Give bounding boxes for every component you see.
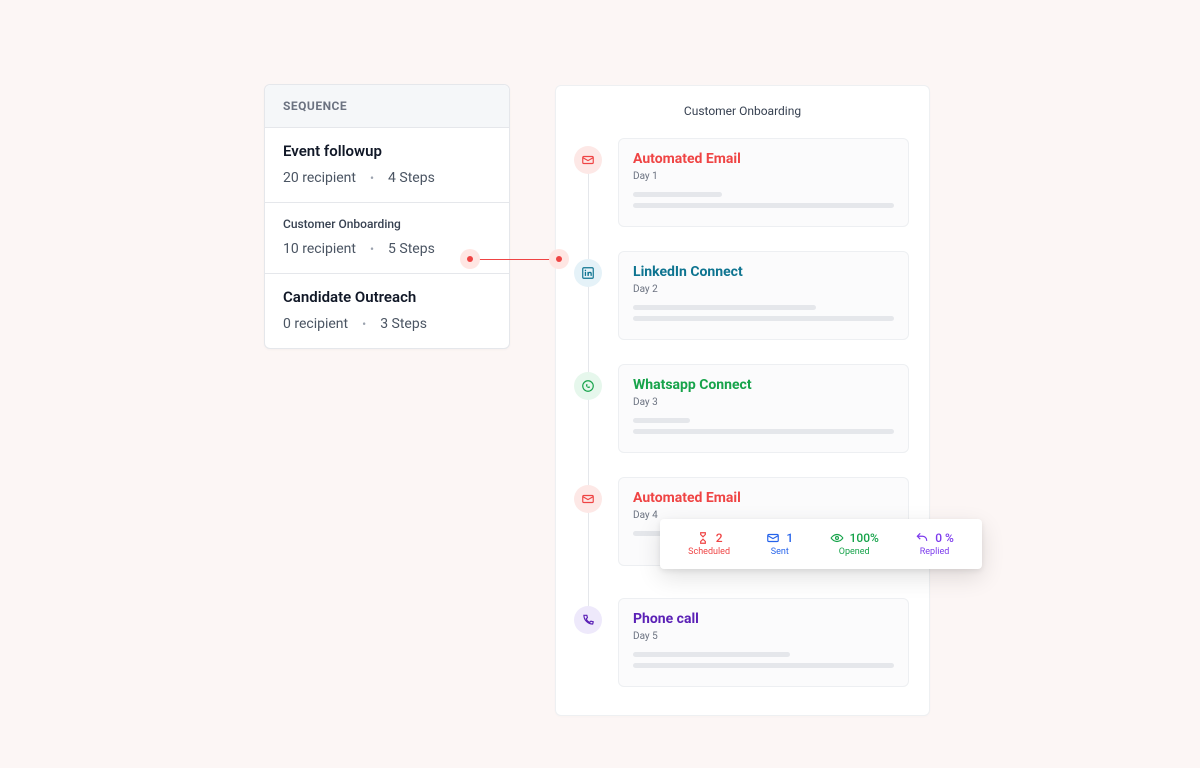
- connector-inner-dot: [467, 256, 473, 262]
- timeline-step[interactable]: Phone call Day 5: [556, 598, 929, 687]
- stat-value: 100%: [850, 531, 879, 545]
- email-icon: [574, 485, 602, 513]
- placeholder-bar: [633, 203, 894, 208]
- connector-end-dot: [549, 249, 569, 269]
- sequence-meta: 20 recipient • 4 Steps: [283, 170, 491, 186]
- connector-inner-dot: [556, 256, 562, 262]
- dot-separator: •: [362, 317, 366, 331]
- linkedin-icon: [574, 259, 602, 287]
- placeholder-bar: [633, 192, 722, 197]
- phone-icon: [574, 606, 602, 634]
- steps-count: 5 Steps: [388, 241, 435, 257]
- hourglass-icon: [696, 531, 710, 545]
- sequence-title: Event followup: [283, 142, 491, 160]
- email-icon: [574, 146, 602, 174]
- sequence-title: Customer Onboarding: [283, 217, 491, 231]
- steps-count: 3 Steps: [380, 316, 427, 332]
- recipient-count: 20 recipient: [283, 170, 356, 186]
- eye-icon: [830, 531, 844, 545]
- sequence-card: SEQUENCE Event followup 20 recipient • 4…: [264, 84, 510, 349]
- timeline-step[interactable]: Whatsapp Connect Day 3: [556, 364, 929, 477]
- sequence-header: SEQUENCE: [265, 85, 509, 128]
- steps-count: 4 Steps: [388, 170, 435, 186]
- placeholder-bar: [633, 663, 894, 668]
- stat-value: 2: [716, 531, 723, 545]
- sequence-item[interactable]: Event followup 20 recipient • 4 Steps: [265, 128, 509, 203]
- stat-sent: 1 Sent: [766, 531, 793, 557]
- stat-replied: 0 % Replied: [915, 531, 954, 557]
- sequence-item[interactable]: Candidate Outreach 0 recipient • 3 Steps: [265, 274, 509, 348]
- recipient-count: 0 recipient: [283, 316, 348, 332]
- step-title: Automated Email: [633, 151, 894, 167]
- stat-scheduled: 2 Scheduled: [688, 531, 730, 557]
- step-day: Day 2: [633, 284, 894, 295]
- connector-line: [479, 259, 551, 260]
- recipient-count: 10 recipient: [283, 241, 356, 257]
- placeholder-bar: [633, 316, 894, 321]
- whatsapp-icon: [574, 372, 602, 400]
- timeline-step[interactable]: LinkedIn Connect Day 2: [556, 251, 929, 364]
- dot-separator: •: [370, 171, 374, 185]
- placeholder-bar: [633, 429, 894, 434]
- stat-label: Scheduled: [688, 547, 730, 557]
- stats-popover: 2 Scheduled 1 Sent 100% Opened 0 % Repli…: [660, 519, 982, 569]
- dot-separator: •: [370, 242, 374, 256]
- timeline-step[interactable]: Automated Email Day 1: [556, 138, 929, 251]
- mail-icon: [766, 531, 780, 545]
- stat-label: Replied: [920, 547, 950, 557]
- placeholder-bar: [633, 418, 690, 423]
- step-day: Day 5: [633, 631, 894, 642]
- step-title: Automated Email: [633, 490, 894, 506]
- sequence-meta: 0 recipient • 3 Steps: [283, 316, 491, 332]
- step-title: Phone call: [633, 611, 894, 627]
- reply-icon: [915, 531, 929, 545]
- stat-opened: 100% Opened: [830, 531, 879, 557]
- timeline-title: Customer Onboarding: [556, 104, 929, 118]
- stat-value: 1: [786, 531, 793, 545]
- sequence-title: Candidate Outreach: [283, 288, 491, 306]
- stat-label: Opened: [839, 547, 870, 557]
- step-title: LinkedIn Connect: [633, 264, 894, 280]
- stat-label: Sent: [771, 547, 789, 557]
- timeline-card: Customer Onboarding Automated Email Day …: [555, 85, 930, 716]
- connector-start-dot: [460, 249, 480, 269]
- step-title: Whatsapp Connect: [633, 377, 894, 393]
- placeholder-bar: [633, 652, 790, 657]
- step-day: Day 3: [633, 397, 894, 408]
- placeholder-bar: [633, 305, 816, 310]
- step-day: Day 1: [633, 171, 894, 182]
- stat-value: 0 %: [935, 531, 954, 545]
